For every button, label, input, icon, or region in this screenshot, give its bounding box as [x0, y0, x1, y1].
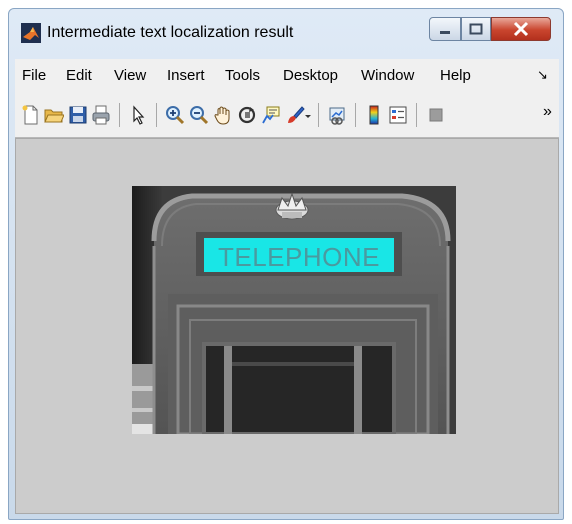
figure-window: Intermediate text localization result Fi… — [8, 8, 564, 520]
menu-file[interactable]: File — [22, 67, 46, 84]
pointer-icon[interactable] — [129, 105, 149, 125]
menu-view[interactable]: View — [114, 67, 146, 84]
toolbar-separator — [318, 103, 319, 127]
menu-insert[interactable]: Insert — [167, 67, 205, 84]
figure-toolbar: » — [15, 93, 559, 138]
colorbar-icon[interactable] — [364, 105, 384, 125]
figure-canvas: TELEPHONE — [15, 138, 559, 514]
menu-help[interactable]: Help — [440, 67, 471, 84]
minimize-button[interactable] — [429, 17, 461, 41]
maximize-icon — [469, 23, 483, 35]
zoom-out-icon[interactable] — [189, 105, 209, 125]
menu-edit[interactable]: Edit — [66, 67, 92, 84]
save-icon[interactable] — [68, 105, 88, 125]
brush-icon[interactable] — [285, 105, 305, 125]
data-cursor-icon[interactable] — [261, 105, 281, 125]
telephone-label: TELEPHONE — [218, 242, 380, 272]
zoom-in-icon[interactable] — [165, 105, 185, 125]
new-figure-icon[interactable] — [21, 105, 41, 125]
toolbar-separator — [119, 103, 120, 127]
menu-tools[interactable]: Tools — [225, 67, 260, 84]
pan-icon[interactable] — [213, 105, 233, 125]
link-icon[interactable] — [327, 105, 347, 125]
matlab-icon — [21, 23, 41, 43]
brush-dropdown-icon[interactable] — [304, 105, 312, 125]
maximize-button[interactable] — [461, 17, 491, 41]
dock-arrow-icon[interactable]: ↘ — [537, 67, 548, 83]
hide-plot-tools-icon[interactable] — [426, 105, 446, 125]
toolbar-overflow-icon[interactable]: » — [543, 103, 552, 121]
print-icon[interactable] — [91, 105, 111, 125]
title-bar[interactable]: Intermediate text localization result — [9, 9, 563, 57]
toolbar-separator — [416, 103, 417, 127]
close-button[interactable] — [491, 17, 551, 41]
minimize-icon — [440, 31, 450, 34]
rotate-3d-icon[interactable] — [237, 105, 257, 125]
legend-icon[interactable] — [388, 105, 408, 125]
close-icon — [513, 21, 529, 37]
window-title: Intermediate text localization result — [47, 24, 294, 41]
result-image: TELEPHONE — [132, 186, 456, 434]
toolbar-separator — [156, 103, 157, 127]
menu-desktop[interactable]: Desktop — [283, 67, 338, 84]
open-icon[interactable] — [44, 105, 64, 125]
toolbar-separator — [355, 103, 356, 127]
menu-window[interactable]: Window — [361, 67, 414, 84]
menu-bar: File Edit View Insert Tools Desktop Wind… — [15, 59, 559, 94]
